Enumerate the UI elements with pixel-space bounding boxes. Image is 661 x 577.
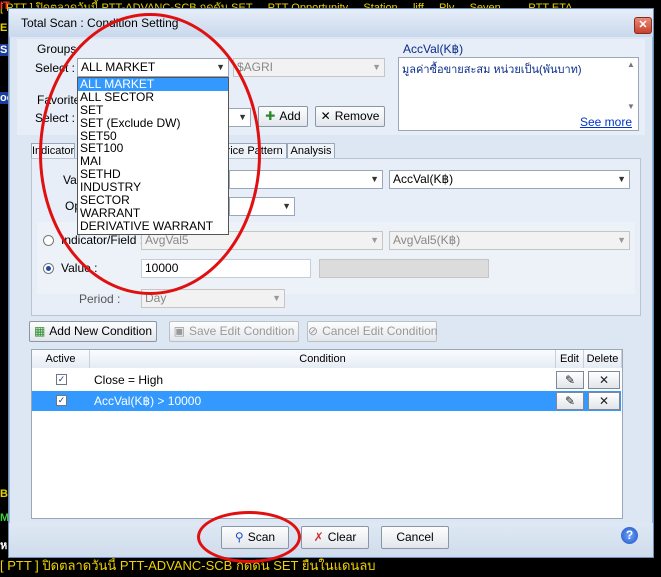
close-icon: ✕	[320, 109, 331, 123]
edit-icon[interactable]: ✎	[556, 392, 584, 410]
list-item[interactable]: SET (Exclude DW)	[78, 116, 228, 130]
indicator-radio[interactable]	[43, 235, 54, 246]
active-checkbox[interactable]: ✓	[56, 395, 67, 406]
clear-button[interactable]: ✗ Clear	[301, 526, 369, 549]
list-item[interactable]: SECTOR	[78, 194, 228, 207]
list-item[interactable]: ALL MARKET	[78, 78, 228, 91]
magnifier-icon: ⚲	[234, 530, 244, 544]
tab-indicator[interactable]: Indicator	[31, 143, 75, 159]
value-input[interactable]: 10000	[141, 259, 311, 278]
dialog-title: Total Scan : Condition Setting	[21, 16, 179, 30]
grid-header-delete: Delete	[584, 350, 622, 368]
list-item[interactable]: DERIVATIVE WARRANT	[78, 219, 228, 233]
period-label: Period :	[79, 292, 121, 306]
delete-icon[interactable]: ✕	[588, 392, 620, 410]
cancel-edit-condition-button[interactable]: ⊘ Cancel Edit Condition	[307, 321, 437, 342]
dialog-titlebar: Total Scan : Condition Setting ✕	[9, 9, 653, 37]
grid-header-edit: Edit	[556, 350, 584, 368]
operator-select[interactable]: ▼	[229, 197, 295, 216]
save-icon: ▣	[173, 324, 185, 338]
cancel-button[interactable]: Cancel	[381, 526, 449, 549]
condition-text: Close = High	[94, 373, 164, 387]
grid-header-active: Active	[32, 350, 90, 368]
remove-favorite-button[interactable]: ✕ Remove	[315, 106, 385, 127]
chevron-down-icon: ▼	[370, 174, 379, 184]
total-scan-dialog: Total Scan : Condition Setting ✕ Groups …	[8, 8, 654, 563]
chevron-down-icon: ▼	[372, 62, 381, 72]
favorites-select-label: Select :	[35, 111, 76, 125]
add-new-condition-button[interactable]: ▦ Add New Condition	[29, 321, 157, 342]
save-edit-condition-button[interactable]: ▣ Save Edit Condition	[169, 321, 299, 342]
chevron-down-icon: ▼	[282, 201, 291, 211]
scroll-down-icon[interactable]: ▼	[627, 102, 635, 111]
add-favorite-button[interactable]: ✚ Add	[258, 106, 308, 127]
chevron-down-icon: ▼	[272, 293, 281, 303]
value-field-select[interactable]: ▼	[229, 170, 383, 189]
help-icon[interactable]: ?	[621, 527, 638, 544]
period-select[interactable]: Day ▼	[141, 289, 285, 308]
scroll-up-icon[interactable]: ▲	[627, 60, 635, 69]
active-checkbox[interactable]: ✓	[56, 374, 67, 385]
value-label: Va	[63, 173, 77, 187]
background-ticker-bottom: [ PTT ] ปิดตลาดวันนี้ PTT-ADVANC-SCB กดด…	[0, 555, 661, 577]
table-row[interactable]: ✓ AccVal(K฿) > 10000 ✎ ✕	[32, 391, 621, 411]
indicator-unit-select[interactable]: AvgVal5(K฿) ▼	[389, 231, 630, 250]
chevron-down-icon: ▼	[617, 174, 626, 184]
chevron-down-icon: ▼	[238, 112, 247, 122]
description-text: มูลค่าซื้อขายสะสม หน่วยเป็น(พันบาท)	[402, 64, 582, 76]
scan-button[interactable]: ⚲ Scan	[221, 526, 289, 549]
table-row[interactable]: ✓ Close = High ✎ ✕	[32, 370, 621, 390]
indicator-field-label: Indicator/Field :	[61, 233, 144, 247]
list-item[interactable]: WARRANT	[78, 206, 228, 220]
value-input-secondary[interactable]	[319, 259, 489, 278]
description-box: มูลค่าซื้อขายสะสม หน่วยเป็น(พันบาท) ▲ ▼ …	[398, 57, 639, 131]
list-item[interactable]: SET	[78, 103, 228, 117]
chevron-down-icon: ▼	[216, 62, 225, 72]
see-more-link[interactable]: See more	[580, 115, 632, 129]
edit-icon[interactable]: ✎	[556, 371, 584, 389]
condition-grid: Active Condition Edit Delete ✓ Close = H…	[31, 349, 623, 519]
chevron-down-icon: ▼	[370, 235, 379, 245]
value-unit-select[interactable]: AccVal(K฿) ▼	[389, 170, 630, 189]
eraser-icon: ✗	[313, 530, 324, 544]
groups-label: Groups	[37, 42, 77, 56]
groups-select-label: Select :	[35, 61, 76, 75]
add-icon: ✚	[265, 109, 276, 123]
value-radio[interactable]	[43, 263, 54, 274]
grid-add-icon: ▦	[33, 324, 46, 338]
cancel-icon: ⊘	[308, 324, 319, 338]
grid-header-condition: Condition	[90, 350, 556, 368]
condition-text: AccVal(K฿) > 10000	[94, 394, 202, 408]
groups-dropdown-list: ALL MARKET ALL SECTOR SET SET (Exclude D…	[77, 77, 229, 235]
groups-select[interactable]: ALL MARKET ▼	[77, 58, 229, 77]
list-item[interactable]: ALL SECTOR	[78, 90, 228, 104]
close-icon[interactable]: ✕	[634, 17, 652, 34]
value-radio-label: Value :	[61, 261, 98, 275]
chevron-down-icon: ▼	[617, 235, 626, 245]
group-sub-select[interactable]: $AGRI ▼	[233, 58, 385, 77]
description-title: AccVal(K฿)	[403, 42, 464, 56]
tab-analysis[interactable]: Analysis	[287, 143, 335, 159]
delete-icon[interactable]: ✕	[588, 371, 620, 389]
